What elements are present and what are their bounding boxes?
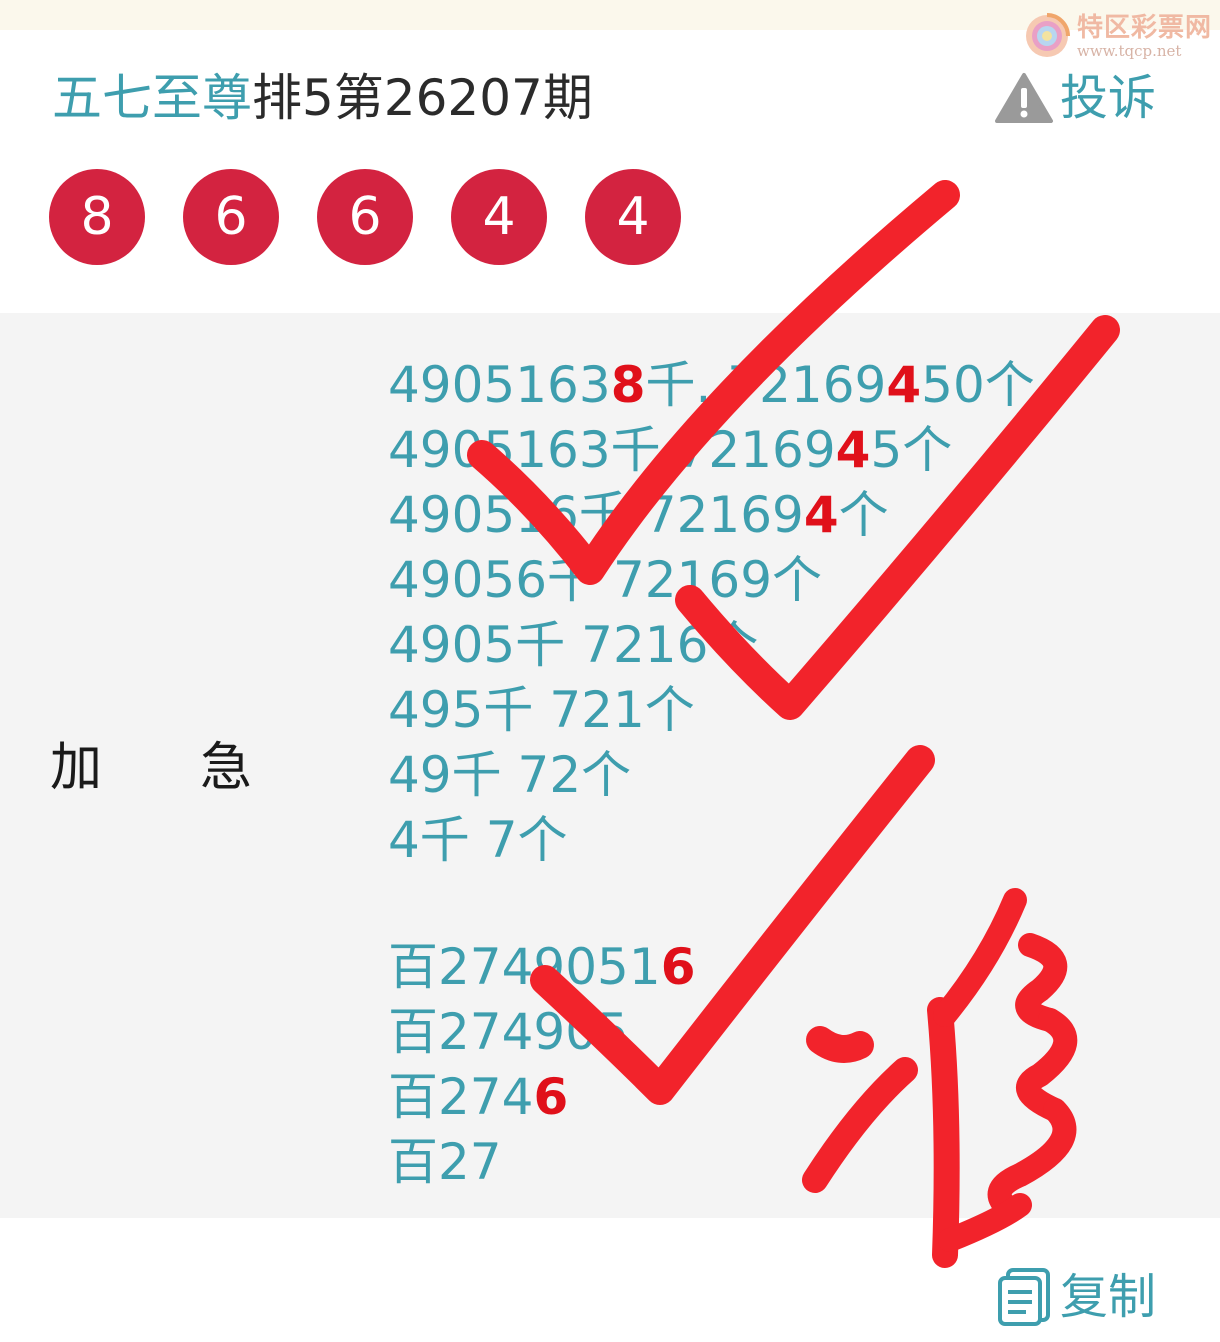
prediction-text: 495千 721个 — [388, 681, 695, 739]
prediction-text: 4905千 7216个 — [388, 616, 759, 674]
prediction-text: 千. 72169 — [645, 356, 887, 414]
result-balls: 8 6 6 4 4 — [49, 169, 719, 265]
prediction-line: 百2746 — [388, 1065, 1035, 1130]
complain-button[interactable]: 投诉 — [994, 70, 1156, 126]
prediction-line: 49千 72个 — [388, 743, 1035, 808]
prediction-text: 49056千 72169个 — [388, 551, 823, 609]
watermark-url: www.tqcp.net — [1076, 42, 1182, 60]
watermark: 特区彩票网 www.tqcp.net — [1023, 12, 1212, 60]
prediction-text: 4905163千 72169 — [388, 421, 836, 479]
prediction-lines: 49051638千. 72169450个 4905163千 7216945个 490… — [388, 353, 1035, 1195]
copy-button[interactable]: 复制 — [996, 1266, 1156, 1328]
prediction-line: 百27490516 — [388, 935, 1035, 1000]
prediction-line: 百27 — [388, 1130, 1035, 1195]
complain-label: 投诉 — [1060, 70, 1157, 126]
prediction-text: 百274905 — [388, 1003, 629, 1061]
prediction-line: 495千 721个 — [388, 678, 1035, 743]
prediction-text: 个 — [838, 486, 889, 544]
page-title: 五七至尊排5第26207期 — [52, 68, 593, 128]
watermark-name: 特区彩票网 — [1076, 13, 1212, 43]
highlighted-digit: 6 — [533, 1068, 569, 1126]
result-ball: 6 — [183, 169, 279, 265]
prediction-line: 4905163千 7216945个 — [388, 418, 1035, 483]
copy-document-icon — [998, 1268, 1050, 1326]
highlighted-digit: 6 — [660, 938, 696, 996]
highlighted-digit: 4 — [835, 421, 871, 479]
prediction-line: 49051638千. 72169450个 — [388, 353, 1035, 418]
prediction-text: 49千 72个 — [388, 746, 632, 804]
category-label: 加急 — [50, 738, 252, 798]
highlighted-digit: 8 — [610, 356, 646, 414]
prediction-line: 490516千 721694个 — [388, 483, 1035, 548]
category-label-right: 急 — [200, 738, 253, 798]
prediction-line: 百274905 — [388, 1000, 1035, 1065]
prediction-text: 百27 — [388, 1133, 502, 1191]
prediction-panel: 加急 49051638千. 72169450个 4905163千 7216945个… — [0, 313, 1220, 1218]
highlighted-digit: 4 — [886, 356, 922, 414]
result-ball: 8 — [49, 169, 145, 265]
copy-label: 复制 — [1060, 1269, 1157, 1325]
result-ball: 4 — [585, 169, 681, 265]
prediction-text: 百2749051 — [388, 938, 661, 996]
prediction-text: 百274 — [388, 1068, 534, 1126]
result-ball: 4 — [451, 169, 547, 265]
prediction-line: 4905千 7216个 — [388, 613, 1035, 678]
prediction-text: 5个 — [870, 421, 953, 479]
highlighted-digit: 4 — [803, 486, 839, 544]
warning-icon — [995, 73, 1053, 123]
prediction-line: 49056千 72169个 — [388, 548, 1035, 613]
prediction-text: 4千 7个 — [388, 811, 568, 869]
prediction-text: 490516千 72169 — [388, 486, 804, 544]
author-link[interactable]: 五七至尊 — [52, 69, 252, 127]
issue-title: 排5第26207期 — [252, 69, 593, 127]
category-label-left: 加 — [50, 738, 103, 798]
prediction-text: 4905163 — [388, 356, 611, 414]
prediction-text: 50个 — [921, 356, 1035, 414]
swirl-logo-icon — [1025, 13, 1070, 57]
result-ball: 6 — [317, 169, 413, 265]
line-spacer — [388, 873, 1035, 935]
prediction-line: 4千 7个 — [388, 808, 1035, 873]
